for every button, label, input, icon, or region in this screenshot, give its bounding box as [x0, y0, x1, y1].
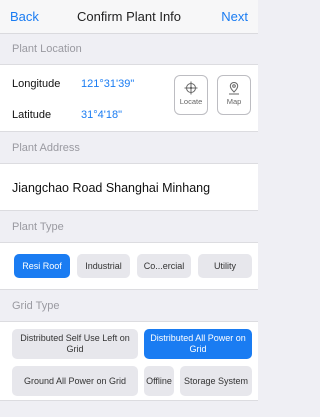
plant-location-header: Plant Location [0, 34, 258, 64]
map-label: Map [226, 97, 242, 106]
plant-type-option-commercial[interactable]: Co...ercial [137, 254, 191, 278]
latitude-value: 31°4'18" [81, 109, 122, 121]
latitude-label: Latitude [12, 109, 52, 121]
locate-label: Locate [179, 97, 203, 106]
longitude-label: Longitude [12, 78, 61, 90]
locate-button[interactable]: Locate [174, 75, 208, 115]
grid-type-option-storage[interactable]: Storage System [180, 366, 252, 396]
plant-address-value: Jiangchao Road Shanghai Minhang [12, 181, 211, 195]
longitude-value: 121°31'39" [81, 78, 135, 90]
grid-type-card: Distributed Self Use Left on Grid Distri… [0, 321, 258, 401]
grid-type-option-offline[interactable]: Offline [144, 366, 174, 396]
plant-type-card: Resi Roof Industrial Co...ercial Utility [0, 242, 258, 290]
grid-type-option-ground[interactable]: Ground All Power on Grid [12, 366, 138, 396]
plant-type-option-resi-roof[interactable]: Resi Roof [14, 254, 70, 278]
grid-type-header: Grid Type [0, 291, 258, 321]
grid-type-option-all-power[interactable]: Distributed All Power on Grid [144, 329, 252, 359]
map-button[interactable]: Map [217, 75, 251, 115]
plant-type-option-utility[interactable]: Utility [198, 254, 252, 278]
plant-type-option-industrial[interactable]: Industrial [77, 254, 130, 278]
back-button[interactable]: Back [10, 9, 39, 24]
plant-type-header: Plant Type [0, 212, 258, 242]
next-button[interactable]: Next [221, 9, 248, 24]
navigation-bar: Back Confirm Plant Info Next [0, 0, 258, 34]
plant-address-field[interactable]: Jiangchao Road Shanghai Minhang [0, 163, 258, 211]
map-pin-icon [229, 81, 239, 95]
plant-address-header: Plant Address [0, 133, 258, 163]
crosshair-icon [184, 81, 198, 95]
grid-type-option-self-use[interactable]: Distributed Self Use Left on Grid [12, 329, 138, 359]
plant-location-card: Longitude 121°31'39" Latitude 31°4'18" L… [0, 64, 258, 132]
